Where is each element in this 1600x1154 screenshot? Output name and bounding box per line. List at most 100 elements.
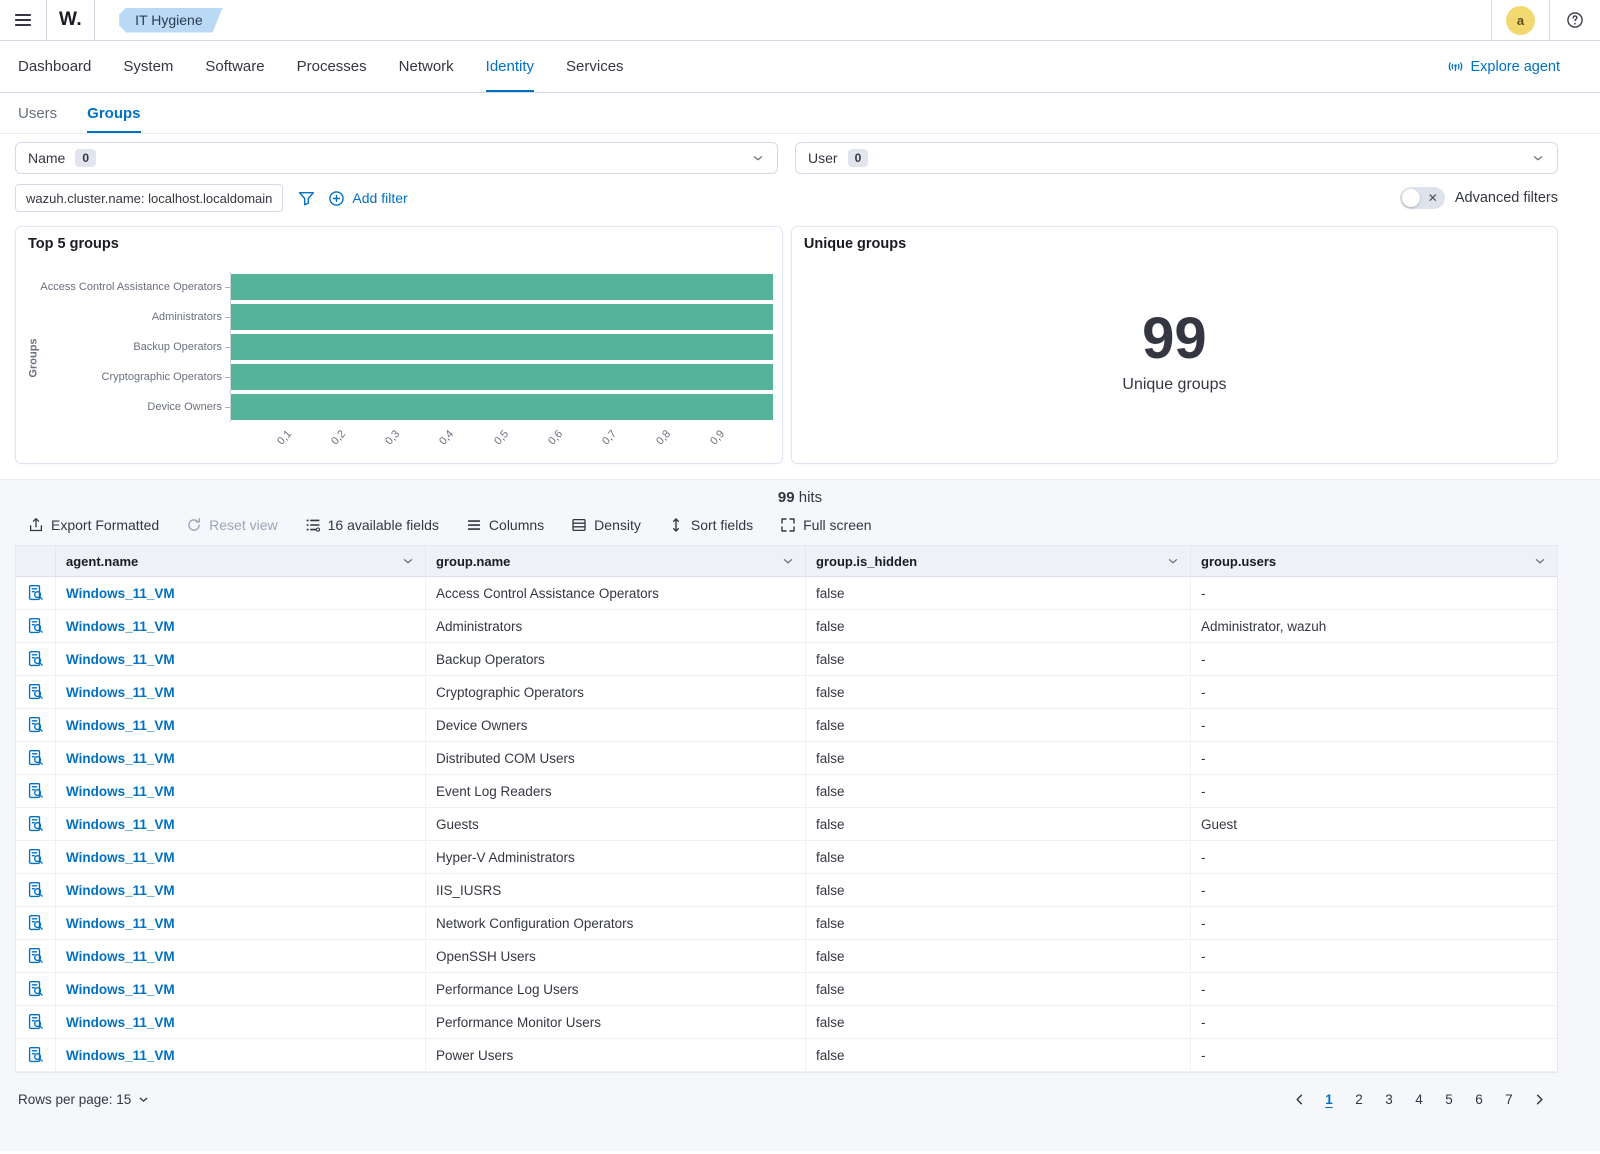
help-button[interactable]: [1550, 0, 1600, 40]
inspect-document-icon: [27, 848, 45, 866]
inspect-row-button[interactable]: [27, 584, 45, 602]
inspect-row-button[interactable]: [27, 1013, 45, 1031]
inspect-row-button[interactable]: [27, 881, 45, 899]
cell-group-is-hidden: false: [806, 907, 1191, 939]
chevron-right-icon: [1532, 1092, 1547, 1107]
inspect-row-button[interactable]: [27, 848, 45, 866]
agent-name-link[interactable]: Windows_11_VM: [66, 751, 175, 766]
tab-software[interactable]: Software: [205, 41, 264, 92]
agent-name-link[interactable]: Windows_11_VM: [66, 784, 175, 799]
next-page-button[interactable]: [1526, 1086, 1552, 1112]
chart-bar[interactable]: [231, 274, 773, 300]
export-formatted-button[interactable]: Export Formatted: [28, 517, 159, 533]
column-header-group-users[interactable]: group.users: [1191, 546, 1557, 576]
chart-bar[interactable]: [231, 334, 773, 360]
inspect-row-button[interactable]: [27, 650, 45, 668]
inspect-row-button[interactable]: [27, 1046, 45, 1064]
chart-bar[interactable]: [231, 394, 773, 420]
toolbar-label: Full screen: [803, 517, 872, 533]
table-row: Windows_11_VM Backup Operators false -: [16, 643, 1557, 676]
advanced-filters-toggle[interactable]: ✕: [1399, 187, 1445, 209]
user-filter-select[interactable]: User 0: [795, 142, 1558, 174]
page-button-1[interactable]: 1: [1316, 1086, 1342, 1112]
agent-name-link[interactable]: Windows_11_VM: [66, 619, 175, 634]
agent-name-link[interactable]: Windows_11_VM: [66, 883, 175, 898]
inspect-document-icon: [27, 1046, 45, 1064]
select-label: Name: [28, 150, 66, 166]
agent-name-link[interactable]: Windows_11_VM: [66, 685, 175, 700]
chart-bar[interactable]: [231, 364, 773, 390]
inspect-document-icon: [27, 881, 45, 899]
page-button-6[interactable]: 6: [1466, 1086, 1492, 1112]
agent-name-link[interactable]: Windows_11_VM: [66, 652, 175, 667]
rows-per-page-control[interactable]: Rows per page: 15: [18, 1092, 150, 1107]
tab-network[interactable]: Network: [399, 41, 454, 92]
breadcrumb[interactable]: IT Hygiene: [119, 8, 222, 33]
tab-processes[interactable]: Processes: [297, 41, 367, 92]
agent-name-link[interactable]: Windows_11_VM: [66, 916, 175, 931]
agent-name-link[interactable]: Windows_11_VM: [66, 982, 175, 997]
inspect-row-button[interactable]: [27, 980, 45, 998]
previous-page-button[interactable]: [1286, 1086, 1312, 1112]
inspect-row-button[interactable]: [27, 947, 45, 965]
agent-name-link[interactable]: Windows_11_VM: [66, 850, 175, 865]
row-inspect-cell: [16, 973, 56, 1005]
agent-name-link[interactable]: Windows_11_VM: [66, 949, 175, 964]
hits-number: 99: [777, 489, 795, 506]
identity-subnav: Users Groups: [0, 93, 1600, 134]
inspect-row-button[interactable]: [27, 914, 45, 932]
inspect-row-button[interactable]: [27, 716, 45, 734]
sort-fields-button[interactable]: Sort fields: [668, 517, 753, 533]
page-button-3[interactable]: 3: [1376, 1086, 1402, 1112]
16-available-fields-button[interactable]: 16 available fields: [305, 517, 439, 533]
cluster-filter-pill[interactable]: wazuh.cluster.name: localhost.localdomai…: [15, 184, 284, 212]
column-header-agent-name[interactable]: agent.name: [56, 546, 426, 576]
full-screen-button[interactable]: Full screen: [780, 517, 872, 533]
page-button-7[interactable]: 7: [1496, 1086, 1522, 1112]
column-header-group-is-hidden[interactable]: group.is_hidden: [806, 546, 1191, 576]
tab-identity[interactable]: Identity: [485, 41, 535, 92]
agent-name-link[interactable]: Windows_11_VM: [66, 586, 175, 601]
chart-title: Top 5 groups: [28, 236, 119, 252]
tab-dashboard[interactable]: Dashboard: [18, 41, 91, 92]
subtab-groups[interactable]: Groups: [87, 93, 141, 133]
agent-name-link[interactable]: Windows_11_VM: [66, 1048, 175, 1063]
fullscreen-icon: [780, 517, 796, 533]
avatar[interactable]: a: [1506, 5, 1535, 35]
row-inspect-cell: [16, 775, 56, 807]
chart-bar-row: Device Owners: [16, 392, 782, 422]
tab-system[interactable]: System: [123, 41, 173, 92]
chart-category-label: Cryptographic Operators: [101, 371, 222, 383]
inspect-row-button[interactable]: [27, 617, 45, 635]
cell-group-is-hidden: false: [806, 775, 1191, 807]
chart-category-label: Device Owners: [147, 401, 222, 413]
column-header-group-name[interactable]: group.name: [426, 546, 806, 576]
inspect-row-button[interactable]: [27, 782, 45, 800]
page-button-4[interactable]: 4: [1406, 1086, 1432, 1112]
app-logo[interactable]: W.: [47, 0, 94, 40]
add-filter-button[interactable]: Add filter: [328, 190, 408, 207]
subtab-users[interactable]: Users: [18, 93, 57, 133]
column-header-label: group.users: [1201, 553, 1277, 569]
page-button-5[interactable]: 5: [1436, 1086, 1462, 1112]
chart-bar[interactable]: [231, 304, 773, 330]
chart-bar-area: [230, 272, 782, 302]
density-button[interactable]: Density: [571, 517, 641, 533]
agent-name-link[interactable]: Windows_11_VM: [66, 817, 175, 832]
agent-name-link[interactable]: Windows_11_VM: [66, 1015, 175, 1030]
funnel-icon: [299, 191, 315, 205]
inspect-row-button[interactable]: [27, 749, 45, 767]
grid-footer: Rows per page: 15 1234567: [15, 1073, 1558, 1112]
name-filter-select[interactable]: Name 0: [15, 142, 778, 174]
filter-options-button[interactable]: [298, 190, 315, 207]
tab-services[interactable]: Services: [566, 41, 624, 92]
top5-groups-panel: Top 5 groups Groups Access Control Assis…: [15, 226, 783, 464]
agent-name-link[interactable]: Windows_11_VM: [66, 718, 175, 733]
page-button-2[interactable]: 2: [1346, 1086, 1372, 1112]
inspect-row-button[interactable]: [27, 815, 45, 833]
columns-button[interactable]: Columns: [466, 517, 544, 533]
row-inspect-cell: [16, 610, 56, 642]
explore-agent-button[interactable]: Explore agent: [1447, 41, 1560, 92]
menu-button[interactable]: [0, 0, 46, 40]
inspect-row-button[interactable]: [27, 683, 45, 701]
